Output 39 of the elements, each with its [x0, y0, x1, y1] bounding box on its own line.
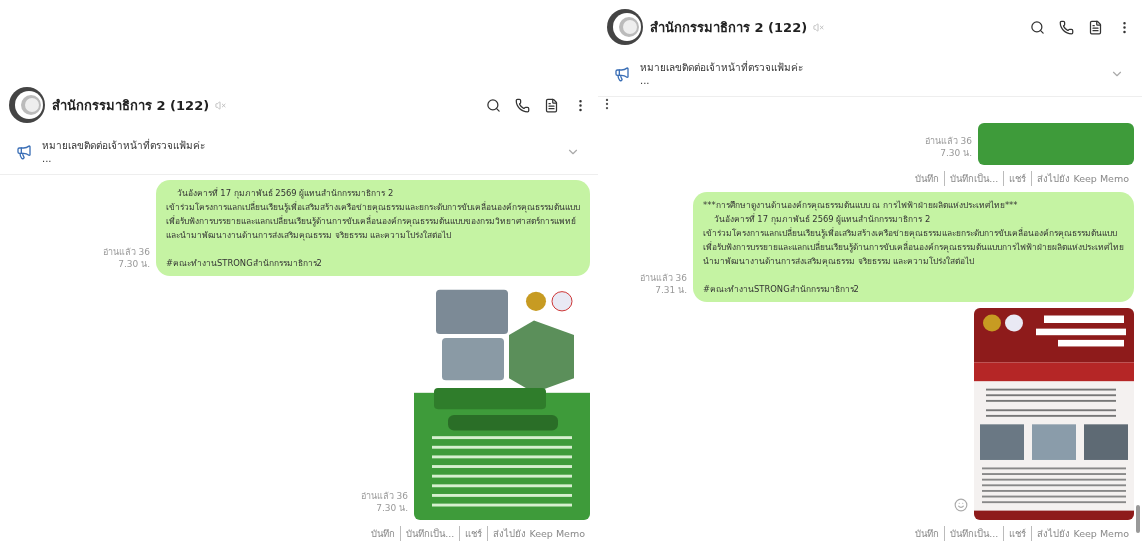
notes-icon[interactable]: [544, 97, 559, 113]
read-receipt: อ่านแล้ว 36: [360, 490, 408, 502]
announcement-more: ...: [640, 74, 651, 87]
megaphone-icon: [614, 66, 630, 82]
message-time: 7.30 น.: [376, 502, 408, 514]
message-action-link[interactable]: แชร์: [459, 526, 488, 541]
message-action-link[interactable]: ส่งไปยัง Keep Memo: [487, 526, 590, 541]
search-icon[interactable]: [1030, 19, 1045, 35]
message-action-link[interactable]: บันทึกเป็น...: [944, 526, 1004, 541]
announcement-text[interactable]: หมายเลขติดต่อเจ้าหน้าที่ตรวจแฟ้มค่ะ: [640, 61, 803, 74]
read-receipt: อ่านแล้ว 36: [102, 246, 150, 258]
notes-icon[interactable]: [1088, 19, 1103, 35]
message-bubble: วันอังคารที่ 17 กุมภาพันธ์ 2569 ผู้แทนสำนักกรรมาธิการ 2 เข้าร่วมโครงการแลกเปลี่ยนเรียนรู้เพื่อเสริมสร้างเครือข่ายคุณธรรมและยกระดับการขับเคลื่อนองค์กรคุณธรรมต้นแบบ เพื่อรับฟังการบรรยายและแลกเปลี่ยนเรียนรู้ด้านการขับเคลื่อนองค์กรคุณธรรมต้นแบบของกรมวิทยาศาสตร์การแพทย์ และนำมาพัฒนางานด้านการส่งเสริมคุณธรรม จริยธรรม และความโปร่งใสต่อไป #คณะทำงานSTRONGสำนักกรรมาธิการ2: [156, 180, 590, 276]
logo-avatar: [8, 86, 46, 124]
message-time: 7.30 น.: [118, 258, 150, 270]
megaphone-icon: [16, 144, 32, 160]
phone-icon[interactable]: [1059, 19, 1074, 35]
message-action-link[interactable]: ส่งไปยัง Keep Memo: [1031, 526, 1134, 541]
message-bubble: ***การศึกษาดูงานด้านองค์กรคุณธรรมต้นแบบ ณ การไฟฟ้าฝ่ายผลิตแห่งประเทศไทย*** วันอังคารที่ 17 กุมภาพันธ์ 2569 ผู้แทนสำนักกรรมาธิการ 2 เข้าร่วมโครงการแลกเปลี่ยนเรียนรู้เพื่อเสริมสร้างเครือข่ายคุณธรรมและยกระดับการขับเคลื่อนองค์กรคุณธรรมต้นแบบ เพื่อรับฟังการบรรยายและแลกเปลี่ยนเรียนรู้ด้านการขับเคลื่อนองค์กรคุณธรรมต้นแบบการไฟฟ้าฝ่ายผลิตแห่งประเทศไทย นำมาพัฒนางานด้านการส่งเสริมคุณธรรม จริยธรรม และความโปร่งใสต่อไป #คณะทำงานSTRONGสำนักกรรมาธิการ2: [693, 192, 1134, 302]
message-time: 7.30 น.: [940, 147, 972, 159]
phone-icon[interactable]: [515, 97, 530, 113]
message-action-link[interactable]: บันทึก: [910, 526, 945, 541]
announcement-more: ...: [42, 152, 53, 165]
message-action-link[interactable]: แชร์: [1003, 171, 1032, 186]
read-receipt: อ่านแล้ว 36: [639, 272, 687, 284]
message-action-link[interactable]: บันทึก: [910, 171, 945, 186]
logo-avatar: [606, 8, 644, 46]
chat-title: สำนักกรรมาธิการ 2 (122): [52, 96, 210, 115]
message-action-link[interactable]: แชร์: [1003, 526, 1032, 541]
read-receipt: อ่านแล้ว 36: [924, 135, 972, 147]
message-time: 7.31 น.: [655, 284, 687, 296]
message-action-link[interactable]: บันทึก: [366, 526, 401, 541]
poster-image[interactable]: [974, 308, 1134, 520]
announcement-text[interactable]: หมายเลขติดต่อเจ้าหน้าที่ตรวจแฟ้มค่ะ: [42, 139, 205, 152]
message-action-link[interactable]: บันทึกเป็น...: [400, 526, 460, 541]
search-icon[interactable]: [486, 97, 501, 113]
chat-title: สำนักกรรมาธิการ 2 (122): [650, 18, 808, 37]
message-action-link[interactable]: บันทึกเป็น...: [944, 171, 1004, 186]
message-action-link[interactable]: ส่งไปยัง Keep Memo: [1031, 171, 1134, 186]
